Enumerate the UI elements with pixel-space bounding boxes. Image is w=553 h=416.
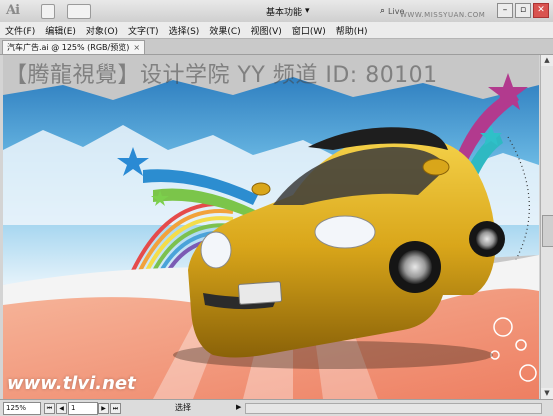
- watermark-top: WWW.MISSYUAN.COM: [400, 11, 486, 19]
- artwork-text-layer: 【腾龍視覺】设计学院 YY 频道 ID: 80101 www.tlvi.net: [3, 55, 539, 399]
- document-tab-label: 汽车广告.ai @ 125% (RGB/预览): [7, 43, 130, 52]
- title-bar: Ai 基本功能 ▾ ⌕ Live WWW.MISSYUAN.COM – ▫ ✕: [0, 0, 553, 23]
- scroll-down-arrow-icon[interactable]: ▼: [541, 388, 553, 399]
- scroll-up-arrow-icon[interactable]: ▲: [541, 55, 553, 66]
- menu-edit[interactable]: 编辑(E): [40, 24, 81, 37]
- prev-page-icon[interactable]: ◀: [56, 403, 67, 414]
- workspace-switcher[interactable]: 基本功能 ▾: [266, 4, 310, 18]
- window-controls: – ▫ ✕: [497, 3, 549, 18]
- artwork-site-text: www.tlvi.net: [7, 373, 136, 394]
- menu-bar: 文件(F) 编辑(E) 对象(O) 文字(T) 选择(S) 效果(C) 视图(V…: [0, 22, 553, 39]
- document-tab-bar: 汽车广告.ai @ 125% (RGB/预览) ×: [0, 39, 553, 55]
- close-tab-icon[interactable]: ×: [133, 43, 140, 52]
- page-field[interactable]: 1: [68, 402, 98, 415]
- zoom-field[interactable]: 125%: [3, 402, 41, 415]
- search-icon: ⌕: [380, 6, 386, 16]
- artwork-watermark: 【腾龍視覺】设计学院 YY 频道 ID: 80101: [5, 63, 438, 88]
- vertical-scrollbar[interactable]: ▲ ▼: [540, 55, 553, 399]
- document-tab[interactable]: 汽车广告.ai @ 125% (RGB/预览) ×: [2, 40, 146, 54]
- horizontal-scrollbar[interactable]: [245, 403, 542, 414]
- menu-select[interactable]: 选择(S): [164, 24, 205, 37]
- close-button[interactable]: ✕: [533, 3, 549, 18]
- menu-help[interactable]: 帮助(H): [331, 24, 373, 37]
- scroll-thumb[interactable]: [542, 215, 553, 247]
- current-tool-label: 选择: [175, 403, 191, 412]
- next-page-icon[interactable]: ▶: [98, 403, 109, 414]
- menu-type[interactable]: 文字(T): [123, 24, 164, 37]
- minimize-button[interactable]: –: [497, 3, 513, 18]
- first-page-icon[interactable]: ⏮: [44, 403, 55, 414]
- menu-view[interactable]: 视图(V): [246, 24, 287, 37]
- menu-effect[interactable]: 效果(C): [204, 24, 245, 37]
- status-menu-arrow-icon[interactable]: ▶: [236, 403, 241, 411]
- app-logo: Ai: [6, 3, 20, 18]
- arrange-documents-button[interactable]: [67, 4, 91, 19]
- menu-window[interactable]: 窗口(W): [287, 24, 331, 37]
- bridge-button[interactable]: [41, 4, 55, 19]
- workspace-label: 基本功能: [266, 7, 303, 18]
- artboard-canvas[interactable]: 【腾龍視覺】设计学院 YY 频道 ID: 80101 www.tlvi.net: [3, 55, 539, 399]
- chevron-down-icon: ▾: [305, 6, 310, 16]
- status-bar: 125% ⏮ ◀ 1 ▶ ⏭ 选择 ▶: [0, 399, 553, 416]
- last-page-icon[interactable]: ⏭: [110, 403, 121, 414]
- maximize-button[interactable]: ▫: [515, 3, 531, 18]
- menu-file[interactable]: 文件(F): [0, 24, 40, 37]
- menu-object[interactable]: 对象(O): [81, 24, 123, 37]
